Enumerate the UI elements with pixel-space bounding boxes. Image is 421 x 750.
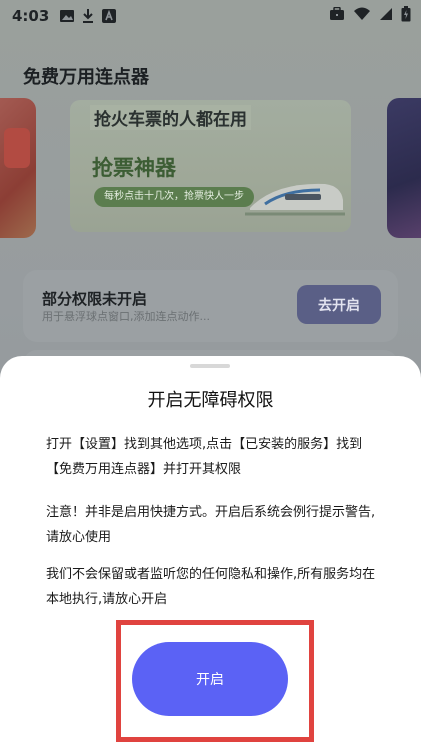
promo-banner[interactable]: 抢火车票的人都在用 抢票神器 每秒点击十几次，抢票快人一步 [70, 100, 351, 232]
battery-icon [401, 6, 411, 26]
wifi-icon [353, 7, 371, 25]
status-time: 4:03 [12, 7, 50, 25]
download-icon [81, 8, 95, 24]
briefcase-icon [329, 6, 345, 25]
image-icon [59, 8, 75, 24]
banner-subheadline: 抢票神器 [92, 156, 176, 180]
sheet-title: 开启无障碍权限 [147, 390, 274, 411]
banner-left-partial[interactable] [0, 98, 36, 238]
enable-button[interactable]: 开启 [132, 642, 288, 716]
banner-right-partial[interactable] [387, 98, 421, 238]
permission-card: 部分权限未开启 用于悬浮球点窗口,添加连点动作... 去开启 [23, 270, 398, 342]
permission-card-title: 部分权限未开启 [42, 290, 148, 308]
red-envelope-icon [4, 128, 30, 168]
warning-text: 注意！并非是启用快捷方式。开启后系统会例行提示警告,请放心使用 [46, 505, 376, 545]
instruction-text: 打开【设置】找到其他选项,点击【已安装的服务】找到【免费万用连点器】并打开其权限 [46, 437, 363, 477]
font-icon [101, 8, 117, 24]
status-bar: 4:03 [0, 0, 421, 32]
app-title: 免费万用连点器 [23, 67, 149, 88]
privacy-text: 我们不会保留或者监听您的任何隐私和操作,所有服务均在本地执行,请放心开启 [46, 567, 376, 607]
banner-pill: 每秒点击十几次，抢票快人一步 [94, 187, 254, 207]
status-right-icons [329, 0, 411, 32]
permission-card-subtitle: 用于悬浮球点窗口,添加连点动作... [42, 310, 210, 323]
banner-headline: 抢火车票的人都在用 [90, 105, 251, 130]
train-icon [245, 183, 345, 216]
sheet-drag-handle[interactable] [190, 364, 230, 368]
signal-icon [379, 7, 393, 25]
go-enable-button[interactable]: 去开启 [297, 285, 381, 324]
